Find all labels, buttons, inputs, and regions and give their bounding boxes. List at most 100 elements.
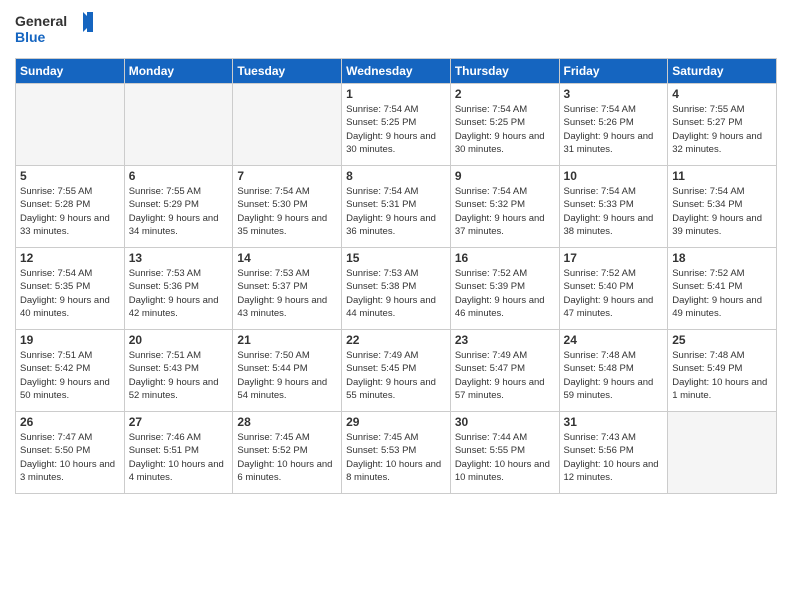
day-info: Sunrise: 7:54 AM Sunset: 5:31 PM Dayligh… xyxy=(346,185,446,238)
day-info: Sunrise: 7:50 AM Sunset: 5:44 PM Dayligh… xyxy=(237,349,337,402)
day-number: 17 xyxy=(564,251,664,265)
calendar-week-1: 1 Sunrise: 7:54 AM Sunset: 5:25 PM Daylig… xyxy=(16,84,777,166)
day-info: Sunrise: 7:49 AM Sunset: 5:47 PM Dayligh… xyxy=(455,349,555,402)
calendar-cell: 6 Sunrise: 7:55 AM Sunset: 5:29 PM Daylig… xyxy=(124,166,233,248)
day-info: Sunrise: 7:52 AM Sunset: 5:40 PM Dayligh… xyxy=(564,267,664,320)
calendar-week-3: 12 Sunrise: 7:54 AM Sunset: 5:35 PM Dayli… xyxy=(16,248,777,330)
day-number: 8 xyxy=(346,169,446,183)
calendar-cell xyxy=(124,84,233,166)
day-info: Sunrise: 7:54 AM Sunset: 5:32 PM Dayligh… xyxy=(455,185,555,238)
calendar-cell: 21 Sunrise: 7:50 AM Sunset: 5:44 PM Dayli… xyxy=(233,330,342,412)
day-info: Sunrise: 7:45 AM Sunset: 5:52 PM Dayligh… xyxy=(237,431,337,484)
calendar-week-5: 26 Sunrise: 7:47 AM Sunset: 5:50 PM Dayli… xyxy=(16,412,777,494)
day-number: 2 xyxy=(455,87,555,101)
day-info: Sunrise: 7:51 AM Sunset: 5:43 PM Dayligh… xyxy=(129,349,229,402)
calendar-cell: 25Sunrise: 7:48 AM Sunset: 5:49 PM Dayli… xyxy=(668,330,777,412)
calendar-cell: 15Sunrise: 7:53 AM Sunset: 5:38 PM Dayli… xyxy=(342,248,451,330)
svg-text:Blue: Blue xyxy=(15,29,46,45)
day-number: 27 xyxy=(129,415,229,429)
day-number: 13 xyxy=(129,251,229,265)
day-number: 4 xyxy=(672,87,772,101)
weekday-header-friday: Friday xyxy=(559,59,668,84)
day-number: 5 xyxy=(20,169,120,183)
calendar-cell: 8 Sunrise: 7:54 AM Sunset: 5:31 PM Daylig… xyxy=(342,166,451,248)
calendar-cell xyxy=(668,412,777,494)
day-info: Sunrise: 7:53 AM Sunset: 5:37 PM Dayligh… xyxy=(237,267,337,320)
calendar-week-4: 19Sunrise: 7:51 AM Sunset: 5:42 PM Dayli… xyxy=(16,330,777,412)
weekday-header-thursday: Thursday xyxy=(450,59,559,84)
calendar-cell: 28 Sunrise: 7:45 AM Sunset: 5:52 PM Dayli… xyxy=(233,412,342,494)
day-info: Sunrise: 7:52 AM Sunset: 5:39 PM Dayligh… xyxy=(455,267,555,320)
day-info: Sunrise: 7:48 AM Sunset: 5:48 PM Dayligh… xyxy=(564,349,664,402)
calendar-cell: 19Sunrise: 7:51 AM Sunset: 5:42 PM Dayli… xyxy=(16,330,125,412)
day-number: 1 xyxy=(346,87,446,101)
calendar-cell: 4 Sunrise: 7:55 AM Sunset: 5:27 PM Daylig… xyxy=(668,84,777,166)
day-info: Sunrise: 7:53 AM Sunset: 5:36 PM Dayligh… xyxy=(129,267,229,320)
day-info: Sunrise: 7:54 AM Sunset: 5:34 PM Dayligh… xyxy=(672,185,772,238)
day-number: 29 xyxy=(346,415,446,429)
calendar-cell: 23 Sunrise: 7:49 AM Sunset: 5:47 PM Dayli… xyxy=(450,330,559,412)
day-number: 18 xyxy=(672,251,772,265)
day-number: 24 xyxy=(564,333,664,347)
day-number: 10 xyxy=(564,169,664,183)
day-number: 12 xyxy=(20,251,120,265)
day-number: 7 xyxy=(237,169,337,183)
calendar-cell: 9 Sunrise: 7:54 AM Sunset: 5:32 PM Daylig… xyxy=(450,166,559,248)
day-number: 28 xyxy=(237,415,337,429)
day-number: 23 xyxy=(455,333,555,347)
day-info: Sunrise: 7:43 AM Sunset: 5:56 PM Dayligh… xyxy=(564,431,664,484)
calendar-cell: 3Sunrise: 7:54 AM Sunset: 5:26 PM Daylig… xyxy=(559,84,668,166)
calendar-cell xyxy=(16,84,125,166)
day-number: 19 xyxy=(20,333,120,347)
calendar-cell: 24 Sunrise: 7:48 AM Sunset: 5:48 PM Dayli… xyxy=(559,330,668,412)
weekday-header-tuesday: Tuesday xyxy=(233,59,342,84)
day-number: 30 xyxy=(455,415,555,429)
day-info: Sunrise: 7:48 AM Sunset: 5:49 PM Dayligh… xyxy=(672,349,772,402)
day-number: 26 xyxy=(20,415,120,429)
calendar-cell: 31 Sunrise: 7:43 AM Sunset: 5:56 PM Dayli… xyxy=(559,412,668,494)
day-info: Sunrise: 7:54 AM Sunset: 5:25 PM Dayligh… xyxy=(455,103,555,156)
day-info: Sunrise: 7:46 AM Sunset: 5:51 PM Dayligh… xyxy=(129,431,229,484)
day-info: Sunrise: 7:54 AM Sunset: 5:26 PM Dayligh… xyxy=(564,103,664,156)
logo-svg: General Blue xyxy=(15,10,95,50)
day-number: 15 xyxy=(346,251,446,265)
day-info: Sunrise: 7:44 AM Sunset: 5:55 PM Dayligh… xyxy=(455,431,555,484)
calendar-cell: 10 Sunrise: 7:54 AM Sunset: 5:33 PM Dayli… xyxy=(559,166,668,248)
day-info: Sunrise: 7:54 AM Sunset: 5:33 PM Dayligh… xyxy=(564,185,664,238)
day-number: 22 xyxy=(346,333,446,347)
calendar-cell: 22Sunrise: 7:49 AM Sunset: 5:45 PM Dayli… xyxy=(342,330,451,412)
day-number: 9 xyxy=(455,169,555,183)
calendar-table: SundayMondayTuesdayWednesdayThursdayFrid… xyxy=(15,58,777,494)
day-number: 16 xyxy=(455,251,555,265)
header: General Blue xyxy=(15,10,777,50)
day-info: Sunrise: 7:47 AM Sunset: 5:50 PM Dayligh… xyxy=(20,431,120,484)
day-number: 14 xyxy=(237,251,337,265)
page-container: General Blue SundayMondayTuesdayWednesda… xyxy=(0,0,792,612)
calendar-cell: 5 Sunrise: 7:55 AM Sunset: 5:28 PM Daylig… xyxy=(16,166,125,248)
day-info: Sunrise: 7:55 AM Sunset: 5:28 PM Dayligh… xyxy=(20,185,120,238)
day-info: Sunrise: 7:54 AM Sunset: 5:35 PM Dayligh… xyxy=(20,267,120,320)
calendar-week-2: 5 Sunrise: 7:55 AM Sunset: 5:28 PM Daylig… xyxy=(16,166,777,248)
calendar-cell xyxy=(233,84,342,166)
weekday-header-saturday: Saturday xyxy=(668,59,777,84)
day-info: Sunrise: 7:55 AM Sunset: 5:29 PM Dayligh… xyxy=(129,185,229,238)
calendar-cell: 13 Sunrise: 7:53 AM Sunset: 5:36 PM Dayli… xyxy=(124,248,233,330)
day-number: 31 xyxy=(564,415,664,429)
day-info: Sunrise: 7:55 AM Sunset: 5:27 PM Dayligh… xyxy=(672,103,772,156)
day-number: 11 xyxy=(672,169,772,183)
day-number: 21 xyxy=(237,333,337,347)
calendar-cell: 29 Sunrise: 7:45 AM Sunset: 5:53 PM Dayli… xyxy=(342,412,451,494)
day-info: Sunrise: 7:54 AM Sunset: 5:30 PM Dayligh… xyxy=(237,185,337,238)
calendar-cell: 14 Sunrise: 7:53 AM Sunset: 5:37 PM Dayli… xyxy=(233,248,342,330)
calendar-cell: 11 Sunrise: 7:54 AM Sunset: 5:34 PM Dayli… xyxy=(668,166,777,248)
calendar-cell: 27 Sunrise: 7:46 AM Sunset: 5:51 PM Dayli… xyxy=(124,412,233,494)
calendar-cell: 17 Sunrise: 7:52 AM Sunset: 5:40 PM Dayli… xyxy=(559,248,668,330)
day-number: 20 xyxy=(129,333,229,347)
logo: General Blue xyxy=(15,10,95,50)
calendar-cell: 18Sunrise: 7:52 AM Sunset: 5:41 PM Dayli… xyxy=(668,248,777,330)
day-number: 6 xyxy=(129,169,229,183)
day-info: Sunrise: 7:45 AM Sunset: 5:53 PM Dayligh… xyxy=(346,431,446,484)
calendar-cell: 2 Sunrise: 7:54 AM Sunset: 5:25 PM Daylig… xyxy=(450,84,559,166)
weekday-header-row: SundayMondayTuesdayWednesdayThursdayFrid… xyxy=(16,59,777,84)
weekday-header-monday: Monday xyxy=(124,59,233,84)
